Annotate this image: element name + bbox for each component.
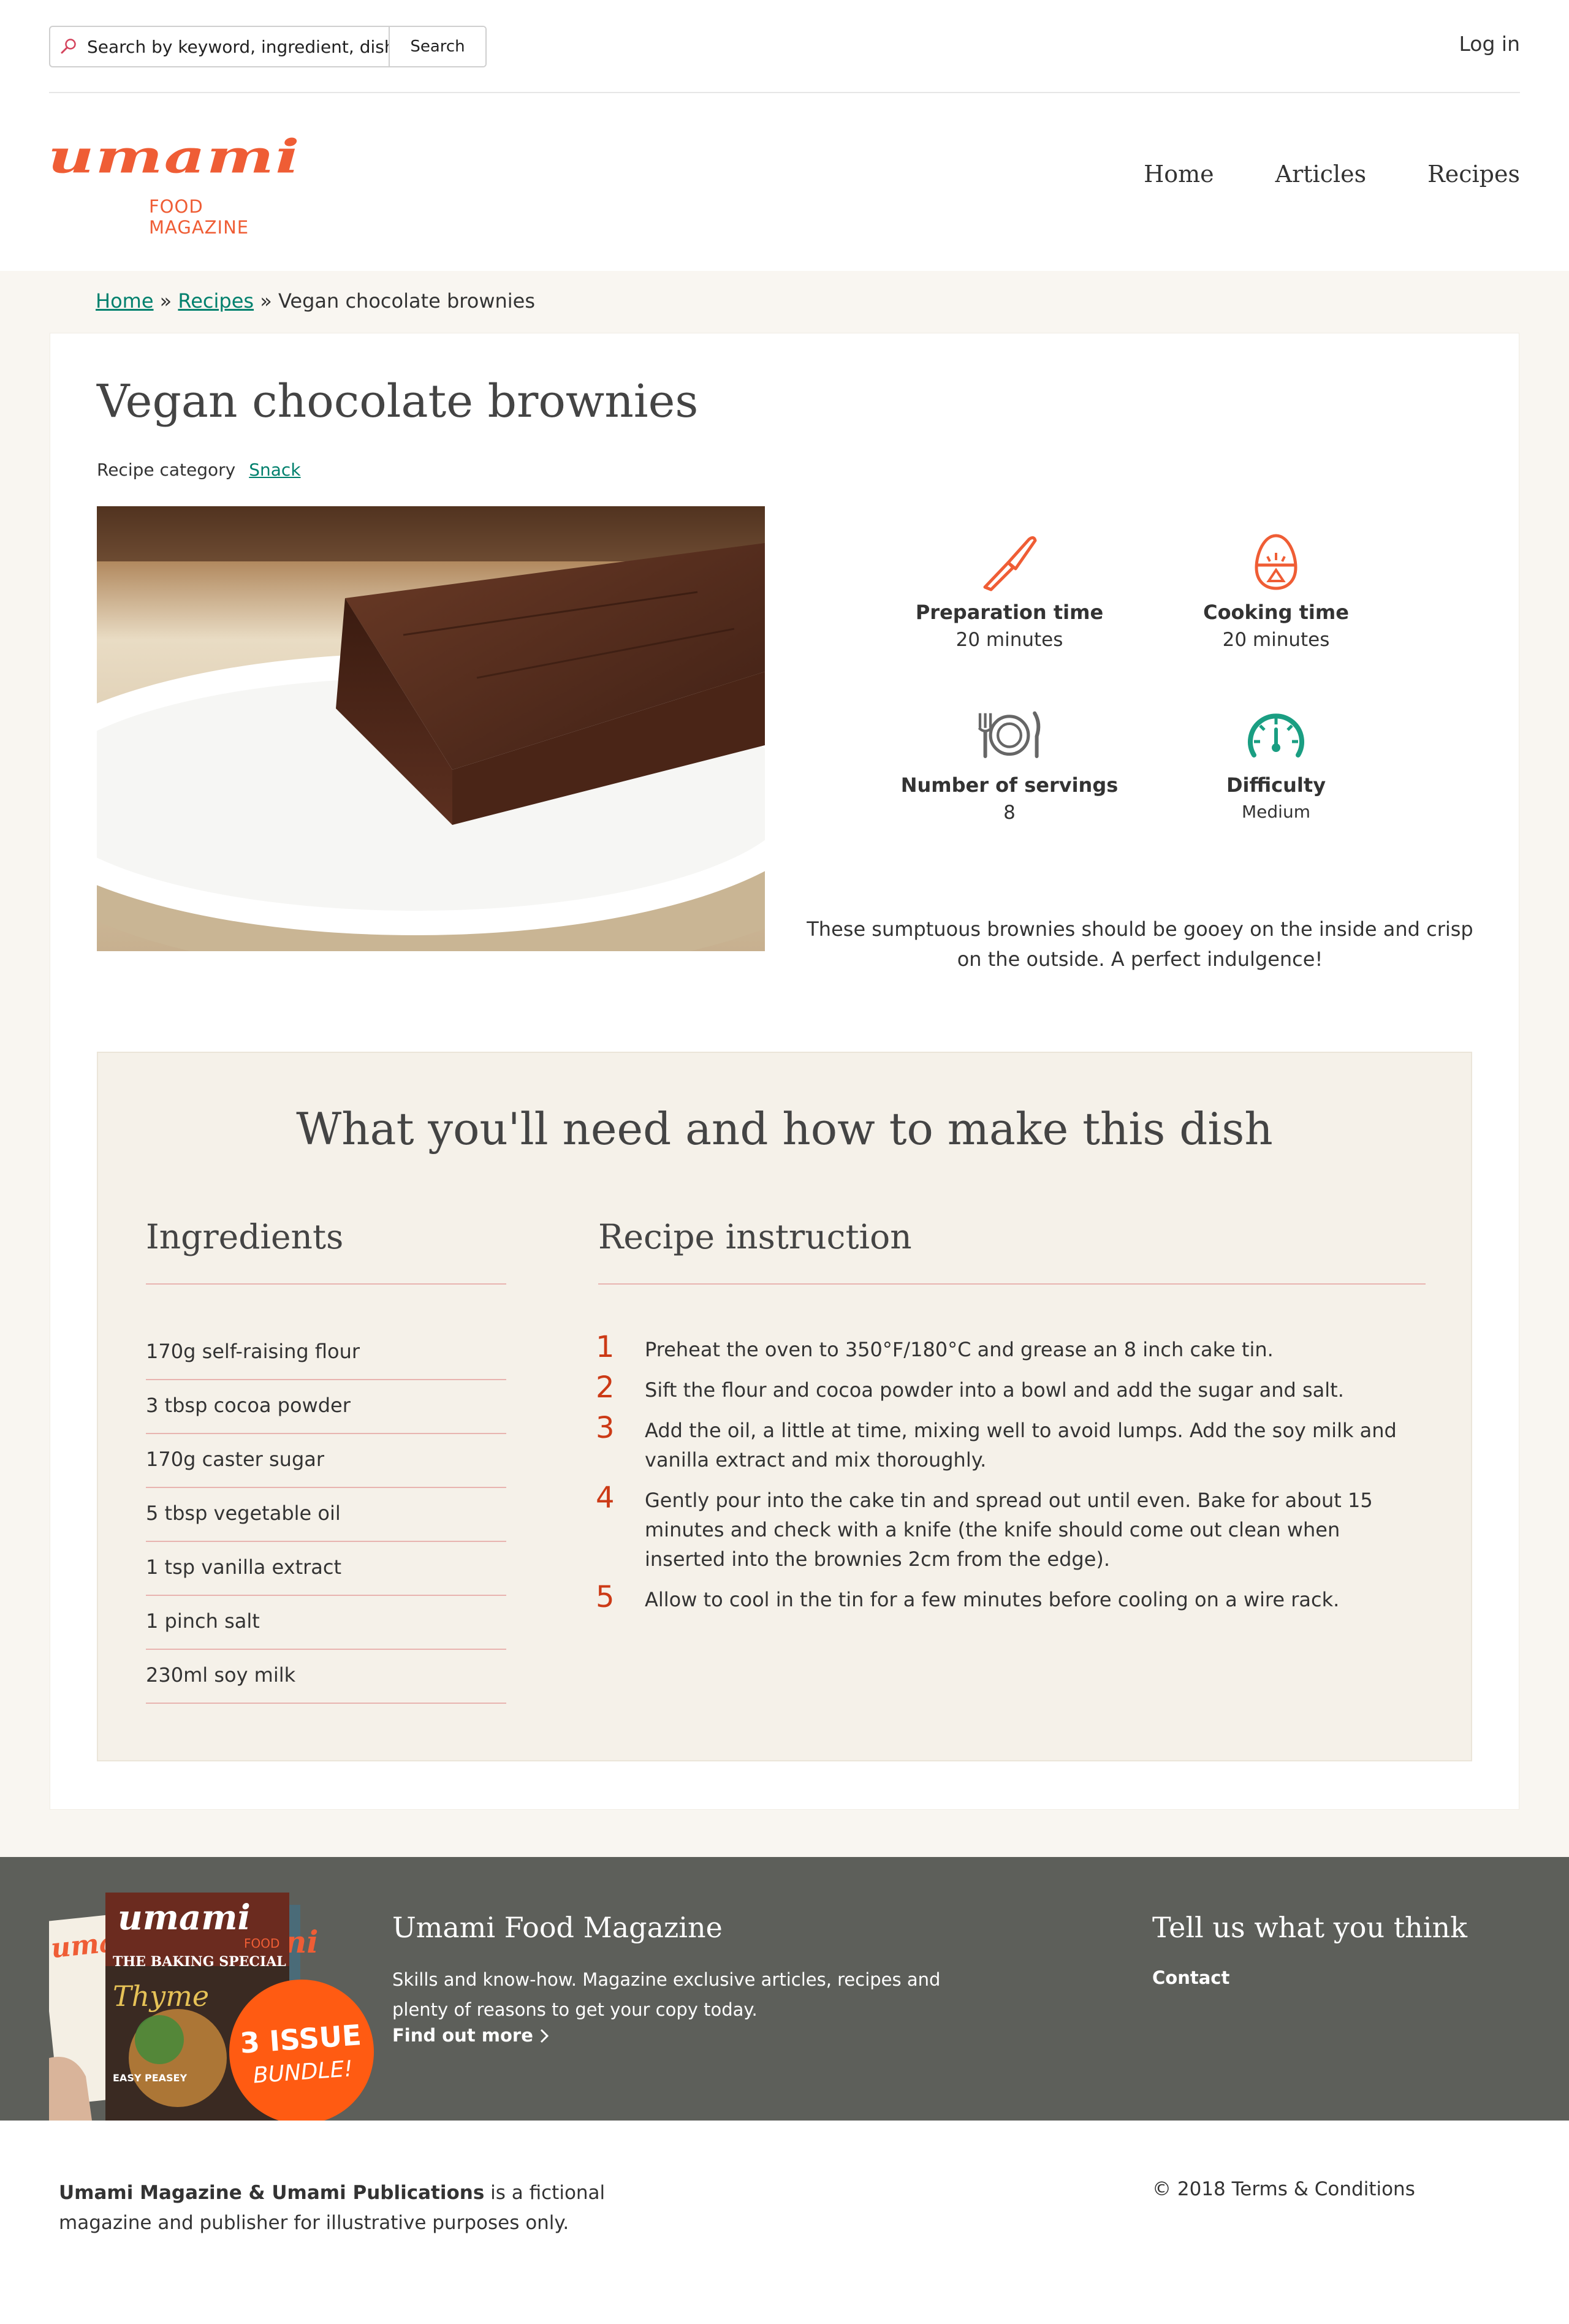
search-input[interactable] [87,27,389,66]
cover-wordmark: umami [118,1897,251,1938]
sub-footer: Umami Magazine & Umami Publications is a… [0,2121,1569,2324]
logo-subtitle: FOOD MAGAZINE [149,196,249,238]
cover-herb-label: Thyme [113,1980,209,2013]
instructions-rule [598,1283,1426,1285]
breadcrumb-separator: » [153,289,178,313]
breadcrumb: Home » Recipes » Vegan chocolate brownie… [96,289,535,313]
stat-label: Difficulty [1226,773,1326,797]
site-header: Search Log in umami FOOD MAGAZINE Home A… [0,0,1569,271]
footer-magazine-title: Umami Food Magazine [392,1911,723,1944]
footer-magazine-text: Skills and know-how. Magazine exclusive … [392,1969,941,2020]
step-number: 5 [596,1580,615,1614]
cover-baking-label: THE BAKING SPECIAL [113,1954,286,1970]
ingredient-item: 5 tbsp vegetable oil [146,1488,506,1542]
breadcrumb-home[interactable]: Home [96,289,154,313]
cover-easy-label: EASY PEASEY [113,2072,187,2084]
disclaimer-brand: Umami Magazine & Umami Publications [59,2182,485,2204]
cover-wordmark-back: ni [284,1924,318,1960]
stat-label: Number of servings [900,773,1119,797]
site-footer: umami ni umami FOOD THE BAKING SPECIAL T… [0,1857,1569,2121]
step-text: Allow to cool in the tin for a few minut… [645,1588,1340,1611]
knife-icon [983,536,1037,591]
stat-cooking-time: Cooking time 20 minutes [1147,525,1405,651]
step-text: Sift the flour and cocoa powder into a b… [645,1378,1344,1402]
stat-value: 8 [1003,802,1016,824]
ingredient-item: 3 tbsp cocoa powder [146,1380,506,1434]
ingredient-item: 1 pinch salt [146,1596,506,1650]
stat-servings: Number of servings 8 [881,697,1138,824]
login-link[interactable]: Log in [1459,32,1520,56]
site-logo[interactable]: umami FOOD MAGAZINE [48,129,305,238]
breadcrumb-current: Vegan chocolate brownies [278,289,536,313]
stat-difficulty: Difficulty Medium [1147,697,1405,822]
ingredient-item: 170g caster sugar [146,1434,506,1488]
stat-label: Preparation time [915,601,1104,624]
stat-value: 20 minutes [1222,629,1330,651]
recipe-category-label: Recipe category [97,460,236,480]
stat-value: 20 minutes [955,629,1063,651]
gauge-icon [1248,713,1304,758]
footer-feedback-title: Tell us what you think [1152,1911,1468,1944]
copyright[interactable]: © 2018 Terms & Conditions [1152,2178,1415,2200]
ingredient-item: 230ml soy milk [146,1650,506,1704]
stat-prep-time: Preparation time 20 minutes [881,525,1138,651]
egg-timer-icon [1255,534,1297,590]
instruction-step: 3 Add the oil, a little at time, mixing w… [596,1411,1423,1475]
step-text: Add the oil, a little at time, mixing we… [645,1419,1397,1471]
breadcrumb-separator: » [254,289,278,313]
find-out-more-label: Find out more [392,2025,533,2046]
page-title: Vegan chocolate brownies [97,375,699,428]
step-number: 4 [596,1481,615,1515]
step-text: Gently pour into the cake tin and spread… [645,1489,1373,1571]
find-out-more-link[interactable]: Find out more [392,2025,549,2046]
logo-wordmark: umami [48,129,301,184]
instruction-step: 4 Gently pour into the cake tin and sprea… [596,1481,1423,1574]
instruction-step: 2 Sift the flour and cocoa powder into a … [596,1370,1423,1405]
instruction-step: 5 Allow to cool in the tin for a few minu… [596,1580,1423,1614]
main-nav: Home Articles Recipes [1144,161,1520,188]
ingredient-item: 170g self-raising flour [146,1326,506,1380]
ingredients-rule [146,1283,506,1285]
ingredient-item: 1 tsp vanilla extract [146,1542,506,1596]
ingredients-list: 170g self-raising flour 3 tbsp cocoa pow… [146,1326,506,1704]
step-number: 1 [596,1330,615,1364]
recipe-photo [97,506,765,951]
disclaimer: Umami Magazine & Umami Publications is a… [59,2178,696,2238]
plate-cutlery-icon [978,711,1041,758]
instructions-list: 1 Preheat the oven to 350°F/180°C and gre… [596,1330,1423,1625]
recipe-category: Recipe category Snack [97,460,301,480]
instructions-heading: Recipe instruction [598,1217,912,1256]
header-divider [49,92,1520,93]
nav-home[interactable]: Home [1144,161,1214,188]
search-bar: Search [49,26,487,67]
search-icon [50,27,87,66]
instruction-step: 1 Preheat the oven to 350°F/180°C and gre… [596,1330,1423,1364]
breadcrumb-recipes[interactable]: Recipes [178,289,254,313]
search-button[interactable]: Search [389,27,485,66]
recipe-description: These sumptuous brownies should be gooey… [807,917,1473,971]
nav-recipes[interactable]: Recipes [1427,161,1520,188]
cover-food-label: FOOD [244,1936,279,1951]
magazine-promo-image[interactable]: umami ni umami FOOD THE BAKING SPECIAL T… [39,1874,380,2121]
step-number: 3 [596,1411,615,1445]
recipe-box-title: What you'll need and how to make this di… [296,1103,1273,1155]
nav-articles[interactable]: Articles [1275,161,1366,188]
stat-label: Cooking time [1203,601,1349,624]
step-number: 2 [596,1370,615,1405]
recipe-details-box: What you'll need and how to make this di… [97,1052,1472,1761]
contact-link[interactable]: Contact [1152,1967,1229,1988]
stat-value: Medium [1242,802,1310,822]
recipe-category-link[interactable]: Snack [249,460,300,480]
chevron-right-icon [540,2029,549,2043]
step-text: Preheat the oven to 350°F/180°C and grea… [645,1338,1274,1361]
ingredients-heading: Ingredients [146,1217,344,1256]
